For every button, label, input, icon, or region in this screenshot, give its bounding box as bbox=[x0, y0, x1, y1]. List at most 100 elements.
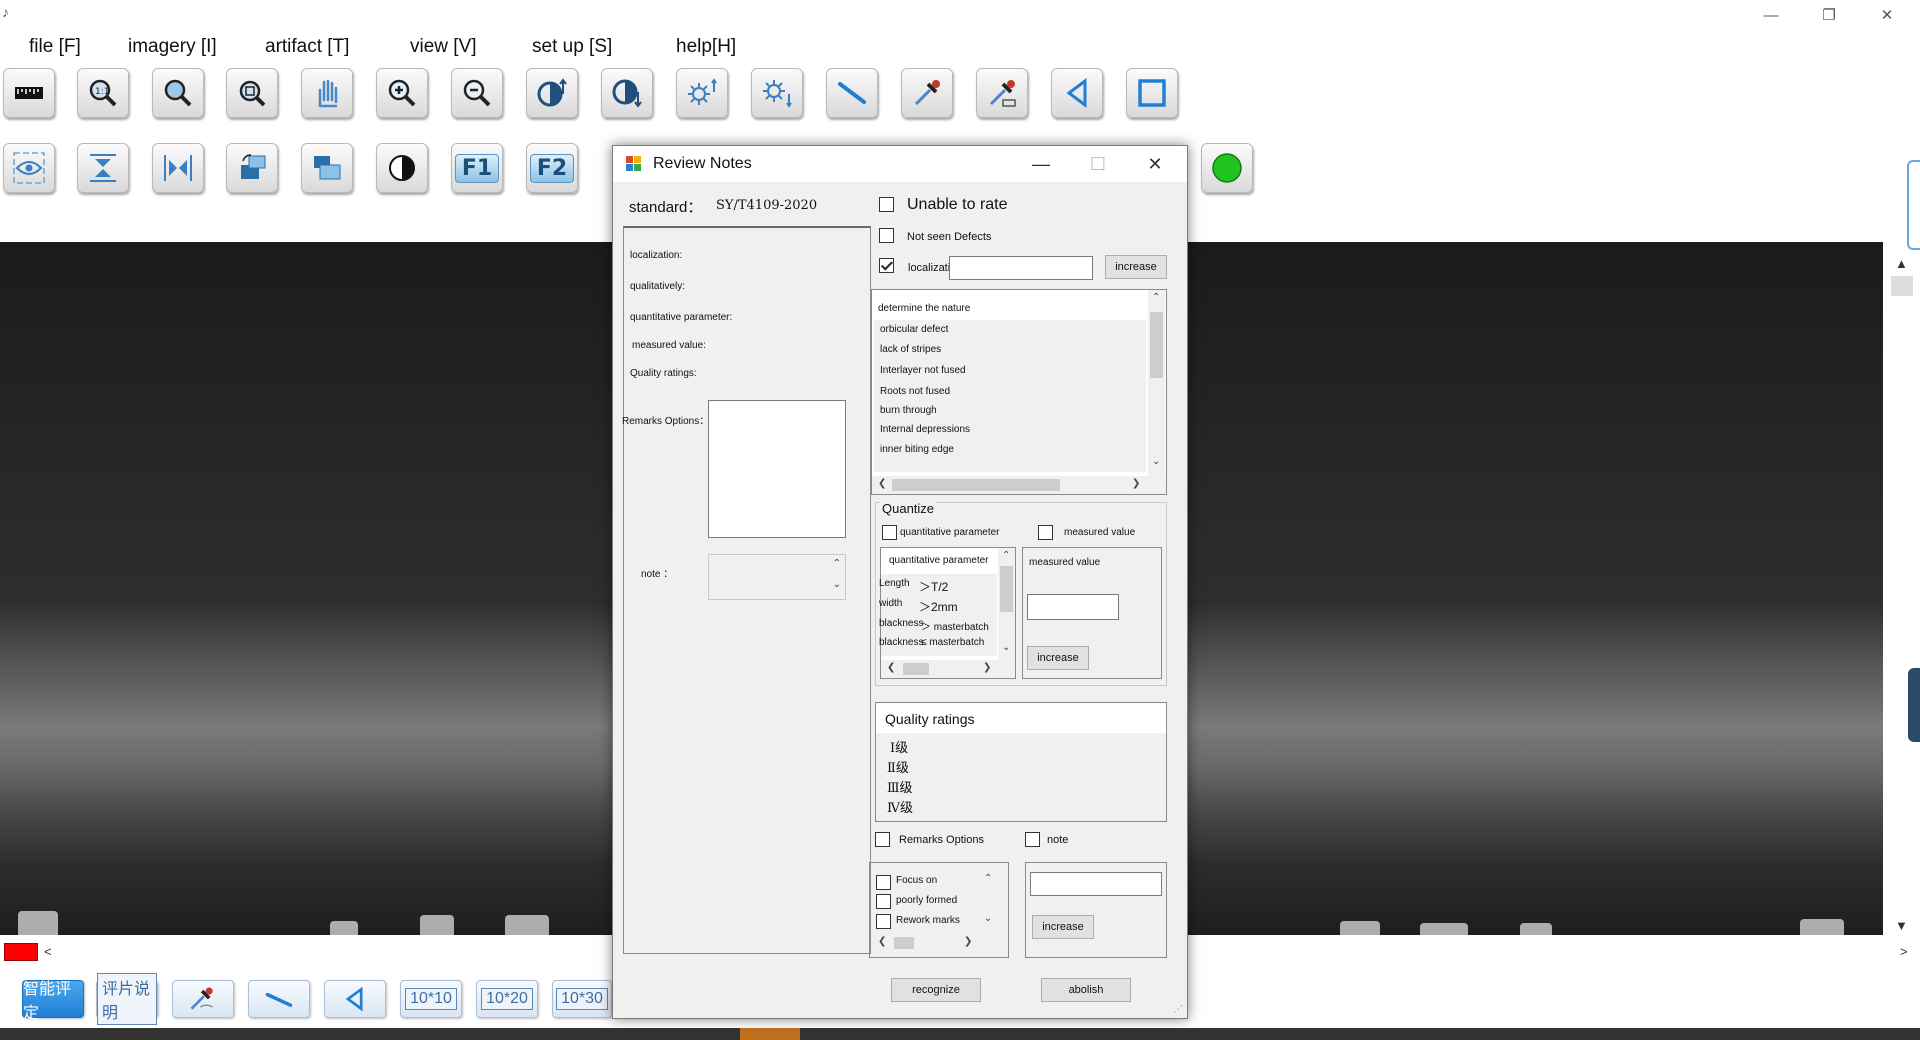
quality-ratings-listbox[interactable]: Quality ratings Ⅰ级 Ⅱ级 Ⅲ级 Ⅳ级 bbox=[875, 702, 1167, 822]
measured-value-checkbox[interactable] bbox=[1038, 525, 1053, 540]
menu-imagery[interactable]: imagery [I] bbox=[128, 36, 217, 58]
remarks-hscroll-thumb[interactable] bbox=[894, 937, 914, 949]
nature-item[interactable]: Interlayer not fused bbox=[880, 365, 966, 376]
localization-input[interactable] bbox=[949, 256, 1093, 280]
remarks-hscrollbar[interactable]: ❮ ❯ bbox=[872, 935, 1006, 951]
grid-10x10-button[interactable]: 10*10 bbox=[400, 980, 462, 1018]
restore-button[interactable]: ❐ bbox=[1806, 0, 1852, 30]
invert-button[interactable] bbox=[376, 143, 428, 193]
line-tool-button[interactable] bbox=[826, 68, 878, 118]
pipette-measure-button[interactable] bbox=[976, 68, 1028, 118]
contrast-up-button[interactable] bbox=[526, 68, 578, 118]
viewport-vertical-scrollbar[interactable]: ▲ ▼ bbox=[1883, 242, 1920, 935]
remark-checkbox[interactable] bbox=[876, 914, 891, 929]
zoom-in-button[interactable] bbox=[376, 68, 428, 118]
remarks-scroll-up-icon[interactable]: ⌃ bbox=[984, 873, 992, 884]
remark-checkbox[interactable] bbox=[876, 894, 891, 909]
zoom-window-button[interactable] bbox=[226, 68, 278, 118]
scroll-thumb[interactable] bbox=[1891, 276, 1913, 296]
view-button[interactable] bbox=[3, 143, 55, 193]
measured-value-input[interactable] bbox=[1027, 594, 1119, 620]
not-seen-defects-checkbox[interactable] bbox=[879, 228, 894, 243]
zoom-actual-button[interactable]: 1:1 bbox=[77, 68, 129, 118]
brightness-down-button[interactable] bbox=[751, 68, 803, 118]
grid-10x20-button[interactable]: 10*20 bbox=[476, 980, 538, 1018]
remarks-scroll-right-icon[interactable]: ❯ bbox=[964, 936, 972, 947]
quantitative-parameter-checkbox[interactable] bbox=[882, 525, 897, 540]
status-indicator-button[interactable] bbox=[1201, 143, 1253, 193]
param-hscroll-thumb[interactable] bbox=[903, 663, 929, 675]
side-handle[interactable] bbox=[1907, 160, 1920, 250]
taskbar-active-item[interactable] bbox=[740, 1028, 800, 1040]
param-value[interactable]: ＞ masterbatch bbox=[921, 618, 989, 633]
dialog-close-button[interactable]: ✕ bbox=[1132, 150, 1178, 178]
recognize-button[interactable]: recognize bbox=[891, 978, 981, 1002]
param-listbox[interactable]: quantitative parameter Length ＞T/2 width… bbox=[879, 547, 1016, 679]
f1-button[interactable]: F1 bbox=[451, 143, 503, 193]
brightness-up-button[interactable] bbox=[676, 68, 728, 118]
menu-setup[interactable]: set up [S] bbox=[532, 36, 612, 58]
nature-scroll-left-icon[interactable]: ❮ bbox=[878, 478, 886, 489]
rectangle-tool-button[interactable] bbox=[1126, 68, 1178, 118]
param-scroll-thumb[interactable] bbox=[1000, 566, 1013, 612]
note-entry-input[interactable] bbox=[1030, 872, 1162, 896]
nature-scroll-thumb[interactable] bbox=[1150, 312, 1163, 378]
grade-item[interactable]: Ⅲ级 bbox=[887, 777, 913, 796]
rotate-right-button[interactable] bbox=[301, 143, 353, 193]
pan-button[interactable] bbox=[301, 68, 353, 118]
menu-view[interactable]: view [V] bbox=[410, 36, 477, 58]
ruler-button[interactable] bbox=[3, 68, 55, 118]
note-increase-button[interactable]: increase bbox=[1032, 915, 1094, 939]
note-checkbox[interactable] bbox=[1025, 832, 1040, 847]
nature-item[interactable]: lack of stripes bbox=[880, 344, 941, 355]
pipette-button[interactable] bbox=[901, 68, 953, 118]
measured-increase-button[interactable]: increase bbox=[1027, 646, 1089, 670]
param-name[interactable]: blackness bbox=[879, 618, 923, 629]
note-scroll-up-icon[interactable]: ⌃ bbox=[833, 558, 841, 569]
f2-button[interactable]: F2 bbox=[526, 143, 578, 193]
side-handle-dark[interactable] bbox=[1908, 668, 1920, 742]
dialog-minimize-button[interactable]: — bbox=[1018, 150, 1064, 178]
grade-item[interactable]: Ⅰ级 bbox=[890, 737, 908, 756]
param-value[interactable]: ＞2mm bbox=[919, 598, 958, 615]
remarks-textarea[interactable] bbox=[708, 400, 846, 538]
triangle-tool-button[interactable] bbox=[1051, 68, 1103, 118]
param-scroll-left-icon[interactable]: ❮ bbox=[887, 662, 895, 673]
nature-scroll-right-icon[interactable]: ❯ bbox=[1132, 478, 1140, 489]
bottom-line-button[interactable] bbox=[248, 980, 310, 1018]
resize-grip-icon[interactable]: ⋰ bbox=[1173, 1004, 1183, 1015]
localization-increase-button[interactable]: increase bbox=[1105, 255, 1167, 279]
nature-item[interactable]: orbicular defect bbox=[880, 324, 948, 335]
param-value[interactable]: ＞T/2 bbox=[919, 578, 948, 595]
color-swatch[interactable] bbox=[4, 943, 38, 961]
nature-scroll-up-icon[interactable]: ⌃ bbox=[1152, 292, 1160, 303]
nature-scroll-down-icon[interactable]: ⌄ bbox=[1152, 456, 1160, 467]
grid-10x30-button[interactable]: 10*30 bbox=[552, 980, 612, 1018]
nature-hscrollbar[interactable]: ❮ ❯ bbox=[872, 476, 1166, 494]
menu-help[interactable]: help[H] bbox=[676, 36, 736, 58]
scroll-right-icon[interactable]: > bbox=[1900, 944, 1908, 959]
abolish-button[interactable]: abolish bbox=[1041, 978, 1131, 1002]
menu-artifact[interactable]: artifact [T] bbox=[265, 36, 349, 58]
nature-item[interactable]: Internal depressions bbox=[880, 424, 970, 435]
note-textbox[interactable]: ⌃ ⌄ bbox=[708, 554, 846, 600]
remarks-scroll-left-icon[interactable]: ❮ bbox=[878, 936, 886, 947]
bottom-triangle-button[interactable] bbox=[324, 980, 386, 1018]
remark-checkbox[interactable] bbox=[876, 875, 891, 890]
param-name[interactable]: blackness bbox=[879, 637, 923, 648]
unable-to-rate-checkbox[interactable] bbox=[879, 197, 894, 212]
scroll-up-icon[interactable]: ▲ bbox=[1895, 256, 1908, 271]
nature-item[interactable]: burn through bbox=[880, 405, 937, 416]
rotate-left-button[interactable] bbox=[226, 143, 278, 193]
nature-item[interactable]: Roots not fused bbox=[880, 386, 950, 397]
param-value[interactable]: ≤ masterbatch bbox=[921, 637, 984, 648]
smart-rating-button[interactable]: 智能评定 bbox=[22, 980, 84, 1022]
nature-vscrollbar[interactable]: ⌃ ⌄ bbox=[1148, 290, 1165, 476]
minimize-button[interactable]: — bbox=[1748, 0, 1794, 30]
param-scroll-right-icon[interactable]: ❯ bbox=[983, 662, 991, 673]
grade-item[interactable]: Ⅱ级 bbox=[887, 757, 909, 776]
nature-item[interactable]: inner biting edge bbox=[880, 444, 954, 455]
close-button[interactable]: ✕ bbox=[1864, 0, 1910, 30]
remarks-options-checkbox[interactable] bbox=[875, 832, 890, 847]
nature-hscroll-thumb[interactable] bbox=[892, 479, 1060, 491]
